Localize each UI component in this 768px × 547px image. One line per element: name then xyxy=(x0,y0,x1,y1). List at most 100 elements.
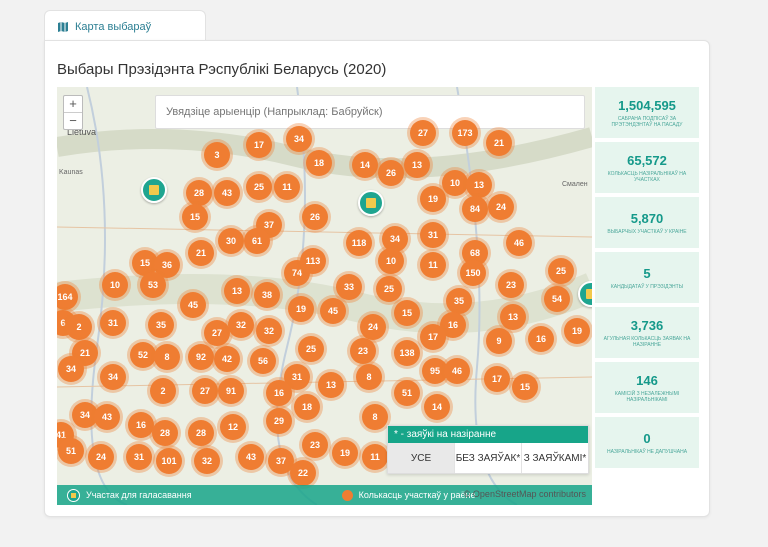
precinct-cluster-marker[interactable]: 34 xyxy=(100,364,126,390)
precinct-cluster-marker[interactable]: 17 xyxy=(246,132,272,158)
precinct-cluster-marker[interactable]: 84 xyxy=(462,196,488,222)
election-map[interactable]: Lietuva Kaunas Смален + − 31734181426132… xyxy=(57,87,592,505)
precinct-cluster-marker[interactable]: 38 xyxy=(254,282,280,308)
precinct-cluster-marker[interactable]: 10 xyxy=(442,170,468,196)
precinct-cluster-marker[interactable]: 31 xyxy=(100,310,126,336)
precinct-cluster-marker[interactable]: 11 xyxy=(274,174,300,200)
filter-without-requests-button[interactable]: БЕЗ ЗАЯЎАК* xyxy=(455,443,522,473)
precinct-cluster-marker[interactable]: 19 xyxy=(420,186,446,212)
precinct-cluster-marker[interactable]: 2 xyxy=(66,314,92,340)
precinct-cluster-marker[interactable]: 32 xyxy=(194,448,220,474)
precinct-cluster-marker[interactable]: 27 xyxy=(204,320,230,346)
precinct-cluster-marker[interactable]: 23 xyxy=(350,338,376,364)
precinct-cluster-marker[interactable]: 138 xyxy=(394,340,420,366)
zoom-out-button[interactable]: − xyxy=(64,112,82,129)
precinct-cluster-marker[interactable]: 31 xyxy=(126,444,152,470)
precinct-cluster-marker[interactable]: 43 xyxy=(94,404,120,430)
precinct-cluster-marker[interactable]: 29 xyxy=(266,408,292,434)
precinct-cluster-marker[interactable]: 27 xyxy=(192,378,218,404)
precinct-cluster-marker[interactable]: 31 xyxy=(420,222,446,248)
filter-all-button[interactable]: УСЕ xyxy=(388,443,455,473)
precinct-cluster-marker[interactable]: 13 xyxy=(466,172,492,198)
precinct-cluster-marker[interactable]: 23 xyxy=(302,432,328,458)
map-attribution[interactable]: © OpenStreetMap contributors xyxy=(464,489,586,499)
precinct-cluster-marker[interactable]: 17 xyxy=(420,324,446,350)
precinct-cluster-marker[interactable]: 10 xyxy=(102,272,128,298)
precinct-cluster-marker[interactable]: 28 xyxy=(188,420,214,446)
precinct-cluster-marker[interactable]: 21 xyxy=(486,130,512,156)
precinct-cluster-marker[interactable]: 45 xyxy=(180,292,206,318)
precinct-cluster-marker[interactable]: 14 xyxy=(424,394,450,420)
precinct-cluster-marker[interactable]: 25 xyxy=(548,258,574,284)
precinct-cluster-marker[interactable]: 8 xyxy=(154,344,180,370)
precinct-cluster-marker[interactable]: 19 xyxy=(288,296,314,322)
precinct-cluster-marker[interactable]: 14 xyxy=(352,152,378,178)
precinct-cluster-marker[interactable]: 35 xyxy=(446,288,472,314)
precinct-cluster-marker[interactable]: 91 xyxy=(218,378,244,404)
precinct-cluster-marker[interactable]: 18 xyxy=(294,394,320,420)
precinct-cluster-marker[interactable]: 16 xyxy=(528,326,554,352)
precinct-cluster-marker[interactable]: 16 xyxy=(128,412,154,438)
precinct-cluster-marker[interactable]: 8 xyxy=(362,404,388,430)
precinct-cluster-marker[interactable]: 10 xyxy=(378,248,404,274)
precinct-cluster-marker[interactable]: 24 xyxy=(488,194,514,220)
precinct-cluster-marker[interactable]: 11 xyxy=(420,252,446,278)
precinct-cluster-marker[interactable]: 27 xyxy=(410,120,436,146)
precinct-cluster-marker[interactable]: 32 xyxy=(228,312,254,338)
precinct-cluster-marker[interactable]: 13 xyxy=(500,304,526,330)
precinct-cluster-marker[interactable]: 32 xyxy=(256,318,282,344)
precinct-cluster-marker[interactable]: 118 xyxy=(346,230,372,256)
precinct-cluster-marker[interactable]: 16 xyxy=(266,380,292,406)
precinct-cluster-marker[interactable]: 150 xyxy=(460,260,486,286)
search-input[interactable] xyxy=(155,95,585,129)
precinct-cluster-marker[interactable]: 28 xyxy=(152,420,178,446)
filter-with-requests-button[interactable]: З ЗАЯЎКАМІ* xyxy=(522,443,588,473)
precinct-cluster-marker[interactable]: 25 xyxy=(246,174,272,200)
precinct-cluster-marker[interactable]: 51 xyxy=(58,438,84,464)
precinct-cluster-marker[interactable]: 26 xyxy=(378,160,404,186)
precinct-cluster-marker[interactable]: 19 xyxy=(564,318,590,344)
precinct-cluster-marker[interactable]: 25 xyxy=(298,336,324,362)
precinct-cluster-marker[interactable]: 53 xyxy=(140,272,166,298)
precinct-cluster-marker[interactable]: 61 xyxy=(244,228,270,254)
polling-station-pin[interactable] xyxy=(358,190,384,216)
precinct-cluster-marker[interactable]: 101 xyxy=(156,448,182,474)
precinct-cluster-marker[interactable]: 33 xyxy=(336,274,362,300)
precinct-cluster-marker[interactable]: 35 xyxy=(148,312,174,338)
precinct-cluster-marker[interactable]: 23 xyxy=(498,272,524,298)
precinct-cluster-marker[interactable]: 30 xyxy=(218,228,244,254)
precinct-cluster-marker[interactable]: 43 xyxy=(214,180,240,206)
precinct-cluster-marker[interactable]: 54 xyxy=(544,286,570,312)
zoom-in-button[interactable]: + xyxy=(64,96,82,112)
precinct-cluster-marker[interactable]: 25 xyxy=(376,276,402,302)
precinct-cluster-marker[interactable]: 2 xyxy=(150,378,176,404)
precinct-cluster-marker[interactable]: 52 xyxy=(130,342,156,368)
precinct-cluster-marker[interactable]: 34 xyxy=(58,356,84,382)
precinct-cluster-marker[interactable]: 19 xyxy=(332,440,358,466)
precinct-cluster-marker[interactable]: 15 xyxy=(512,374,538,400)
precinct-cluster-marker[interactable]: 18 xyxy=(306,150,332,176)
precinct-cluster-marker[interactable]: 17 xyxy=(484,366,510,392)
precinct-cluster-marker[interactable]: 13 xyxy=(404,152,430,178)
precinct-cluster-marker[interactable]: 92 xyxy=(188,344,214,370)
precinct-cluster-marker[interactable]: 51 xyxy=(394,380,420,406)
precinct-cluster-marker[interactable]: 21 xyxy=(188,240,214,266)
precinct-cluster-marker[interactable]: 3 xyxy=(204,142,230,168)
precinct-cluster-marker[interactable]: 113 xyxy=(300,248,326,274)
precinct-cluster-marker[interactable]: 42 xyxy=(214,346,240,372)
precinct-cluster-marker[interactable]: 34 xyxy=(286,126,312,152)
precinct-cluster-marker[interactable]: 15 xyxy=(182,204,208,230)
precinct-cluster-marker[interactable]: 13 xyxy=(318,372,344,398)
precinct-cluster-marker[interactable]: 56 xyxy=(250,348,276,374)
precinct-cluster-marker[interactable]: 12 xyxy=(220,414,246,440)
precinct-cluster-marker[interactable]: 8 xyxy=(356,364,382,390)
precinct-cluster-marker[interactable]: 24 xyxy=(88,444,114,470)
precinct-cluster-marker[interactable]: 45 xyxy=(320,298,346,324)
precinct-cluster-marker[interactable]: 26 xyxy=(302,204,328,230)
precinct-cluster-marker[interactable]: 28 xyxy=(186,180,212,206)
precinct-cluster-marker[interactable]: 15 xyxy=(394,300,420,326)
precinct-cluster-marker[interactable]: 13 xyxy=(224,278,250,304)
precinct-cluster-marker[interactable]: 22 xyxy=(290,460,316,486)
tab-election-map[interactable]: Карта выбараў xyxy=(44,10,206,42)
precinct-cluster-marker[interactable]: 173 xyxy=(452,120,478,146)
